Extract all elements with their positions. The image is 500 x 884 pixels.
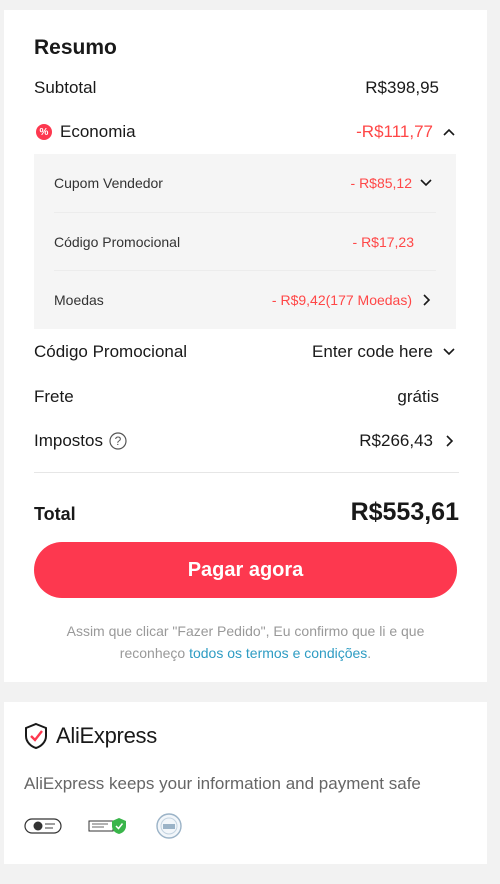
- savings-value: -R$111,77: [356, 122, 433, 141]
- seller-coupon-value: - R$85,12: [350, 175, 412, 191]
- coins-value: - R$9,42(177 Moedas): [271, 291, 412, 308]
- savings-item-promo-code: Código Promocional - R$17,23: [54, 212, 436, 270]
- promo-savings-label: Código Promocional: [54, 233, 181, 250]
- shipping-row: Frete grátis: [34, 385, 459, 409]
- taxes-label: Impostos: [34, 431, 103, 450]
- help-icon[interactable]: ?: [109, 432, 127, 450]
- promo-savings-value: - R$17,23: [353, 234, 414, 250]
- savings-row[interactable]: % Economia -R$111,77: [34, 120, 459, 144]
- total-label: Total: [34, 504, 76, 524]
- chevron-down-icon[interactable]: [416, 173, 436, 193]
- coins-label: Moedas: [54, 291, 104, 308]
- total-value: R$553,61: [350, 498, 459, 526]
- savings-item-seller-coupon[interactable]: Cupom Vendedor - R$85,12: [54, 154, 436, 212]
- divider: [34, 472, 459, 473]
- taxes-value-group: R$266,43: [359, 431, 459, 451]
- security-badge-1-icon: [24, 816, 62, 836]
- percent-badge-icon: %: [36, 124, 52, 140]
- taxes-row[interactable]: Impostos ? R$266,43: [34, 429, 459, 453]
- seller-coupon-label: Cupom Vendedor: [54, 175, 163, 191]
- shipping-value: grátis: [397, 387, 439, 406]
- chevron-right-icon[interactable]: [439, 431, 459, 451]
- savings-breakdown: Cupom Vendedor - R$85,12 Código Promocio…: [34, 154, 456, 329]
- taxes-value: R$266,43: [359, 431, 433, 450]
- brand-row: AliExpress: [24, 722, 157, 750]
- summary-title: Resumo: [34, 36, 117, 59]
- chevron-up-icon[interactable]: [439, 122, 459, 142]
- shipping-label: Frete: [34, 387, 74, 406]
- subtotal-row: Subtotal R$398,95: [34, 76, 459, 100]
- savings-value-group: -R$111,77: [356, 122, 459, 142]
- shield-check-icon: [24, 722, 48, 750]
- subtotal-value: R$398,95: [365, 78, 439, 97]
- chevron-down-icon[interactable]: [439, 342, 459, 362]
- promo-code-row[interactable]: Código Promocional Enter code here: [34, 340, 459, 364]
- subtotal-label: Subtotal: [34, 78, 97, 97]
- taxes-label-group: Impostos ?: [34, 431, 127, 451]
- savings-label: Economia: [60, 122, 136, 141]
- security-badges: [24, 812, 184, 840]
- pay-now-button[interactable]: Pagar agora: [34, 542, 457, 598]
- security-card: AliExpress AliExpress keeps your informa…: [4, 702, 487, 864]
- chevron-right-icon[interactable]: [416, 290, 436, 310]
- promo-code-label: Código Promocional: [34, 342, 188, 361]
- security-badge-3-icon: [154, 812, 184, 840]
- promo-savings-amount: - R$17,23: [352, 233, 414, 250]
- savings-item-coins[interactable]: Moedas - R$9,42(177 Moedas): [54, 270, 436, 328]
- order-summary-card: Resumo Subtotal R$398,95 % Economia -R$1…: [4, 10, 487, 682]
- security-badge-2-icon: [88, 815, 128, 837]
- brand-name: AliExpress: [56, 723, 157, 748]
- seller-coupon-value-group: - R$85,12: [351, 173, 436, 193]
- promo-code-input[interactable]: Enter code here: [312, 342, 459, 362]
- svg-text:?: ?: [115, 434, 122, 448]
- promo-code-placeholder[interactable]: Enter code here: [312, 342, 433, 362]
- disclaimer-end: .: [367, 645, 372, 661]
- coins-value-group: - R$9,42(177 Moedas): [272, 290, 436, 310]
- terms-link[interactable]: todos os termos e condições: [189, 645, 367, 661]
- security-text: AliExpress keeps your information and pa…: [24, 774, 421, 793]
- savings-label-group: % Economia: [34, 122, 136, 142]
- terms-disclaimer: Assim que clicar "Fazer Pedido", Eu conf…: [34, 620, 457, 664]
